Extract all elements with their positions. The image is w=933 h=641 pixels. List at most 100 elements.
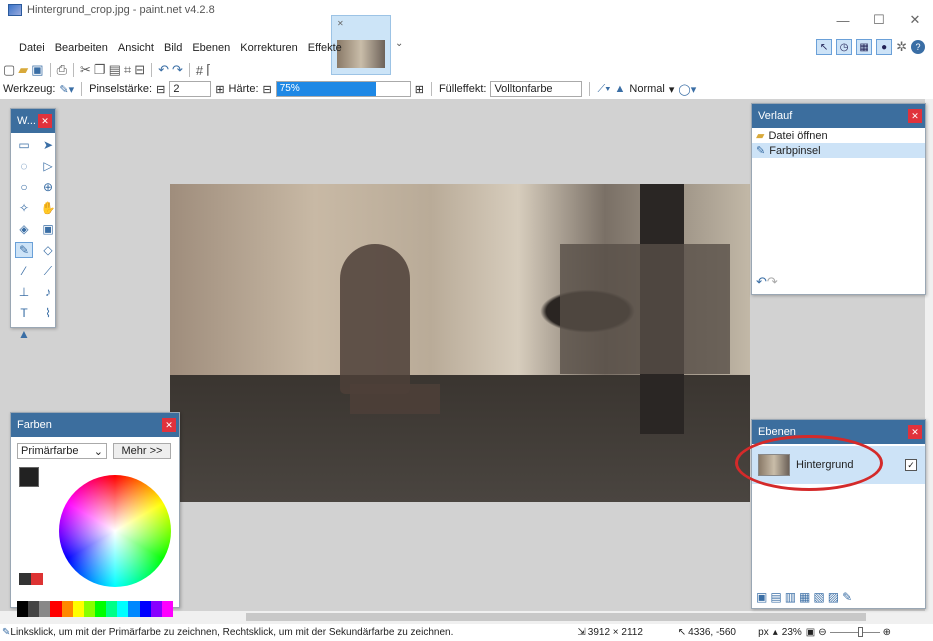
unit-dropdown-icon[interactable]: ▴: [773, 627, 778, 638]
tools-panel-header[interactable]: W... ✕: [11, 109, 55, 133]
add-layer-icon[interactable]: ▣: [756, 590, 767, 604]
colors-window-icon[interactable]: ●: [876, 39, 893, 55]
rect-select-icon[interactable]: ▭: [15, 137, 33, 153]
zoom-icon[interactable]: ⊕: [39, 179, 57, 195]
eraser-icon[interactable]: ◇: [39, 242, 57, 258]
zoom-slider[interactable]: [829, 627, 880, 637]
zoom-out-icon[interactable]: ⊖: [818, 627, 826, 638]
layer-visibility-checkbox[interactable]: ✓: [905, 459, 917, 471]
print-icon[interactable]: ⎙: [57, 62, 67, 78]
vertical-scrollbar[interactable]: [925, 99, 933, 611]
bucket-icon[interactable]: ◈: [15, 221, 33, 237]
layer-properties-icon[interactable]: ✎: [842, 590, 852, 604]
primary-color-select[interactable]: Primärfarbe ⌄: [17, 443, 107, 459]
menu-ansicht[interactable]: Ansicht: [113, 42, 159, 58]
text-icon[interactable]: T: [15, 305, 33, 321]
tools-window-icon[interactable]: ↖: [816, 39, 833, 55]
menu-effekte[interactable]: Effekte: [303, 42, 347, 58]
menu-bearbeiten[interactable]: Bearbeiten: [50, 42, 113, 58]
close-image-icon[interactable]: ✕: [337, 19, 344, 28]
color-wheel[interactable]: [59, 475, 171, 587]
cut-icon[interactable]: ✂: [80, 62, 91, 78]
recolor-icon[interactable]: ♪: [39, 284, 57, 300]
image-list-dropdown-icon[interactable]: ⌄: [395, 38, 403, 49]
copy-icon[interactable]: ❐: [94, 62, 106, 78]
brush-width-input[interactable]: 2: [169, 81, 212, 97]
close-history-panel-icon[interactable]: ✕: [908, 109, 922, 123]
increase-hardness-icon[interactable]: ⊞: [415, 83, 424, 96]
magic-wand-icon[interactable]: ✧: [15, 200, 33, 216]
hardness-slider[interactable]: 75%: [275, 81, 411, 97]
fill-select[interactable]: Volltonfarbe: [490, 81, 583, 97]
clone-stamp-icon[interactable]: ⊥: [15, 284, 33, 300]
merge-layer-icon[interactable]: ▦: [799, 590, 810, 604]
horizontal-scroll-thumb[interactable]: [246, 613, 866, 621]
blend-mode-icon[interactable]: ▲: [615, 83, 626, 95]
paste-icon[interactable]: ▤: [109, 62, 121, 78]
colors-panel-header[interactable]: Farben ✕: [11, 413, 179, 437]
history-window-icon[interactable]: ◷: [836, 39, 853, 55]
gradient-icon[interactable]: ▣: [39, 221, 57, 237]
zoom-value[interactable]: 23%: [782, 627, 802, 638]
pencil-icon[interactable]: ⁄: [15, 263, 33, 279]
history-item[interactable]: ▰ Datei öffnen: [752, 128, 925, 143]
close-tools-panel-icon[interactable]: ✕: [38, 114, 52, 128]
lasso-icon[interactable]: ◌: [15, 158, 33, 174]
move-layer-up-icon[interactable]: ▧: [813, 590, 824, 604]
line-curve-icon[interactable]: ⌇: [39, 305, 57, 321]
antialias-icon[interactable]: ⟋▾: [597, 83, 610, 96]
duplicate-layer-icon[interactable]: ▥: [785, 590, 796, 604]
redo-icon[interactable]: ↷: [172, 62, 183, 78]
unit-select[interactable]: px: [758, 627, 769, 638]
alpha-icon[interactable]: ◯▾: [678, 83, 696, 96]
layers-window-icon[interactable]: ▦: [856, 39, 873, 55]
zoom-fit-icon[interactable]: ▣: [806, 627, 815, 638]
move-layer-down-icon[interactable]: ▨: [828, 590, 839, 604]
move-selected-icon[interactable]: ▷: [39, 158, 57, 174]
close-window-button[interactable]: ✕: [897, 0, 933, 40]
deselect-icon[interactable]: ⊟: [134, 62, 145, 78]
ellipse-select-icon[interactable]: ○: [15, 179, 33, 195]
save-icon[interactable]: ▣: [31, 62, 43, 78]
redo-icon[interactable]: ↷: [767, 274, 778, 289]
help-icon[interactable]: ?: [911, 40, 925, 54]
hardness-value: 75%: [279, 83, 300, 94]
decrease-hardness-icon[interactable]: ⊟: [263, 83, 272, 96]
menu-bild[interactable]: Bild: [159, 42, 187, 58]
paintbrush-icon[interactable]: ✎▾: [59, 83, 74, 96]
canvas-image[interactable]: [170, 184, 750, 502]
crop-icon[interactable]: ⌗: [124, 62, 131, 78]
new-file-icon[interactable]: ▢: [3, 62, 15, 78]
increase-width-icon[interactable]: ⊞: [215, 83, 224, 96]
color-picker-icon[interactable]: ⟋: [39, 263, 57, 279]
undo-icon[interactable]: ↶: [756, 274, 767, 289]
more-colors-button[interactable]: Mehr >>: [113, 443, 171, 459]
shapes-icon[interactable]: ▲: [15, 326, 33, 342]
zoom-in-icon[interactable]: ⊕: [883, 627, 891, 638]
menu-datei[interactable]: Datei: [14, 42, 50, 58]
maximize-button[interactable]: ☐: [861, 0, 897, 40]
blend-mode-select[interactable]: Normal: [629, 83, 664, 95]
brush-width-label: Pinselstärke:: [89, 83, 153, 95]
decrease-width-icon[interactable]: ⊟: [156, 83, 165, 96]
settings-gear-icon[interactable]: ✲: [896, 39, 907, 55]
menu-ebenen[interactable]: Ebenen: [187, 42, 235, 58]
palette-swap-icon[interactable]: [19, 573, 43, 585]
open-file-icon[interactable]: ▰: [18, 62, 28, 78]
grid-icon[interactable]: #: [196, 63, 203, 78]
delete-layer-icon[interactable]: ▤: [770, 590, 781, 604]
close-layers-panel-icon[interactable]: ✕: [908, 425, 922, 439]
history-panel-header[interactable]: Verlauf ✕: [752, 104, 925, 128]
move-selection-icon[interactable]: ➤: [39, 137, 57, 153]
minimize-button[interactable]: —: [825, 0, 861, 40]
undo-icon[interactable]: ↶: [158, 62, 169, 78]
pan-icon[interactable]: ✋: [39, 200, 57, 216]
paintbrush-tool-icon[interactable]: ✎: [15, 242, 33, 258]
ruler-icon[interactable]: ⌈: [206, 62, 211, 78]
primary-color-swatch[interactable]: [19, 467, 39, 487]
menu-korrekturen[interactable]: Korrekturen: [235, 42, 302, 58]
history-item[interactable]: ✎ Farbpinsel: [752, 143, 925, 158]
close-colors-panel-icon[interactable]: ✕: [162, 418, 176, 432]
color-palette[interactable]: [17, 601, 173, 617]
blend-dropdown-icon[interactable]: ▾: [669, 83, 675, 96]
